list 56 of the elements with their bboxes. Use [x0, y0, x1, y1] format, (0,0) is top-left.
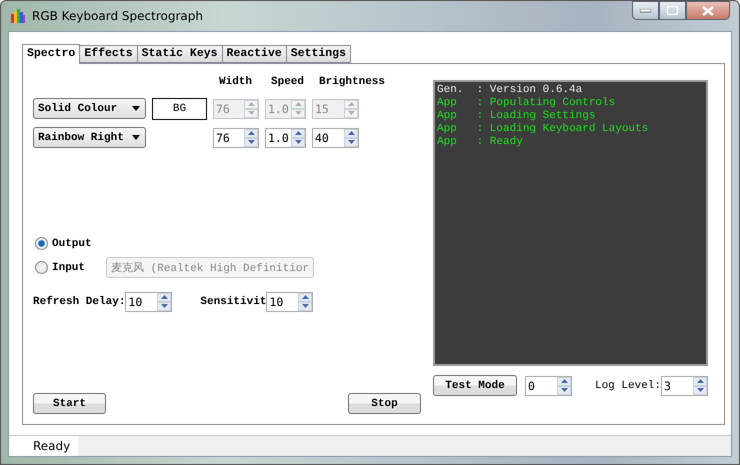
tab[interactable]: Effects — [79, 45, 138, 63]
minimize-icon — [640, 8, 651, 12]
status-text: Ready — [9, 436, 78, 456]
log-line: App : Loading Keyboard Layouts — [437, 123, 650, 136]
stop-button[interactable]: Stop — [348, 393, 421, 414]
minimize-button[interactable] — [632, 1, 659, 20]
radio-label: Output — [52, 238, 92, 250]
up-arrow-icon[interactable] — [696, 379, 704, 383]
dropdown-arrow-icon — [132, 106, 140, 111]
column-header: Speed — [271, 76, 306, 90]
column-header: Brightness — [319, 76, 386, 90]
down-arrow-icon[interactable] — [294, 140, 302, 144]
up-arrow-icon[interactable] — [560, 379, 568, 383]
close-icon — [702, 6, 714, 16]
log-line: App : Ready — [437, 136, 524, 149]
speed-spinbox[interactable]: 1.0 — [265, 128, 306, 148]
field-label: Refresh Delay: — [33, 296, 126, 308]
width-spinbox[interactable]: 76 — [213, 128, 259, 148]
radio-button[interactable] — [35, 261, 48, 274]
column-header: Width — [219, 76, 254, 90]
brightness-spinbox[interactable]: 40 — [312, 128, 359, 148]
start-button[interactable]: Start — [33, 393, 106, 414]
up-arrow-icon[interactable] — [348, 131, 354, 135]
field-label: Log Level: — [594, 380, 661, 392]
maximize-button[interactable] — [659, 1, 686, 20]
test-mode-button[interactable]: Test Mode — [433, 375, 517, 396]
field-label: Sensitivit — [200, 296, 266, 308]
down-arrow-icon[interactable] — [302, 304, 309, 308]
radio-button[interactable] — [35, 237, 48, 250]
sensitivity-spinbox[interactable]: 10 — [266, 292, 314, 312]
close-button[interactable] — [686, 1, 730, 20]
window-title: RGB Keyboard Spectrograph — [32, 9, 204, 23]
mode-dropdown[interactable]: Rainbow Right — [33, 127, 146, 148]
log-line: App : Loading Settings — [437, 110, 596, 123]
tab[interactable]: Static Keys — [136, 45, 223, 63]
up-arrow-icon[interactable] — [302, 295, 309, 299]
down-arrow-icon[interactable] — [560, 388, 568, 392]
test-value-spinbox[interactable]: 0 — [525, 376, 572, 396]
down-arrow-icon[interactable] — [348, 140, 354, 144]
tab[interactable]: Settings — [286, 45, 351, 63]
dropdown-arrow-icon — [132, 135, 140, 140]
log-line: Gen. : Version 0.6.4a — [437, 84, 584, 97]
log-level-spinbox[interactable]: 3 — [661, 376, 708, 396]
down-arrow-icon[interactable] — [160, 304, 168, 308]
refresh-delay-spinbox[interactable]: 10 — [125, 292, 172, 312]
radio-label: Input — [52, 262, 86, 274]
up-arrow-icon[interactable] — [248, 131, 254, 135]
tab[interactable]: Spectro — [22, 44, 80, 64]
down-arrow-icon[interactable] — [696, 388, 704, 392]
up-arrow-icon[interactable] — [160, 295, 168, 299]
maximize-icon — [667, 6, 678, 15]
up-arrow-icon[interactable] — [294, 131, 302, 135]
app-icon — [10, 8, 26, 24]
tab[interactable]: Reactive — [222, 45, 287, 63]
log-line: App : Populating Controls — [437, 97, 616, 110]
down-arrow-icon[interactable] — [248, 140, 254, 144]
